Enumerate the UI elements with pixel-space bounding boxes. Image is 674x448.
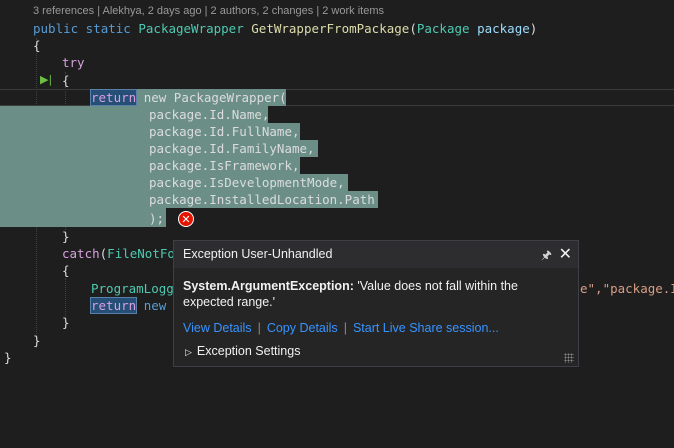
exception-message: System.ArgumentException: 'Value does no… xyxy=(183,278,563,310)
string-fragment: e", xyxy=(580,281,603,296)
close-icon[interactable]: ✕ xyxy=(559,244,572,263)
return-line: return new PackageWrapper( xyxy=(89,89,287,106)
arg-line: package.IsDevelopmentMode, xyxy=(149,175,345,190)
method-brace-close: } xyxy=(33,333,41,348)
param-name: package xyxy=(477,21,530,36)
arg-line: package.Id.FamilyName, xyxy=(149,141,315,156)
error-icon[interactable]: ✕ xyxy=(178,211,194,227)
paren-close: ) xyxy=(529,21,538,36)
catch-keyword: catch xyxy=(62,246,100,261)
copy-details-link[interactable]: Copy Details xyxy=(267,321,338,335)
popup-links: View Details | Copy Details | Start Live Sha… xyxy=(183,321,499,335)
arg-line: package.InstalledLocation.Path xyxy=(149,192,375,207)
catch-brace-open: { xyxy=(62,263,70,278)
param-type: Package xyxy=(416,21,470,36)
inner-brace-open: { xyxy=(62,73,70,88)
return-type: PackageWrapper xyxy=(138,21,244,36)
live-share-link[interactable]: Start Live Share session... xyxy=(353,321,499,335)
try-keyword: try xyxy=(62,55,85,70)
arg-line: package.Id.FullName, xyxy=(149,124,300,139)
popup-title: Exception User-Unhandled xyxy=(183,247,333,261)
view-details-link[interactable]: View Details xyxy=(183,321,252,335)
indent-guide xyxy=(65,278,66,318)
link-separator: | xyxy=(343,321,347,335)
expand-triangle-icon: ▷ xyxy=(185,348,192,358)
exception-settings-label: Exception Settings xyxy=(196,344,301,358)
resize-grip-icon[interactable] xyxy=(564,353,574,363)
brace-open: { xyxy=(33,38,41,53)
return-keyword: return xyxy=(89,297,138,314)
exception-type: System.ArgumentException: xyxy=(183,279,354,293)
popup-header: Exception User-Unhandled 🖈 ✕ xyxy=(174,241,578,268)
method-signature: public static PackageWrapper GetWrapperF… xyxy=(33,20,537,37)
class-brace-close: } xyxy=(4,350,12,365)
overflow-code-fragment: e","package.I xyxy=(580,280,674,297)
modifiers: public static xyxy=(33,21,131,36)
exception-popup: Exception User-Unhandled 🖈 ✕ System.Argu… xyxy=(173,240,579,367)
catch-line: catch(FileNotFo xyxy=(62,245,175,262)
catch-brace-close: } xyxy=(62,315,70,330)
inner-brace-close: } xyxy=(62,229,70,244)
logger-call: ProgramLogg xyxy=(91,281,174,296)
closing-paren: ); xyxy=(149,211,165,226)
codelens[interactable]: 3 references | Alekhya, 2 days ago | 2 a… xyxy=(33,5,384,17)
return-line-2: return new P xyxy=(89,297,181,314)
string-fragment: "package.I xyxy=(602,281,674,296)
arg-line: package.Id.Name, xyxy=(149,107,270,122)
paren-open: ( xyxy=(409,21,417,36)
arg-line: package.IsFramework, xyxy=(149,158,300,173)
return-keyword: return xyxy=(89,89,138,106)
run-to-click-icon[interactable]: ▶| xyxy=(40,73,52,86)
catch-type: FileNotFo xyxy=(107,246,175,261)
selection xyxy=(0,208,166,227)
link-separator: | xyxy=(257,321,261,335)
exception-settings-toggle[interactable]: ▷ Exception Settings xyxy=(185,344,300,358)
pin-icon[interactable]: 🖈 xyxy=(541,246,552,267)
new-statement: new PackageWrapper( xyxy=(143,90,287,105)
method-name: GetWrapperFromPackage xyxy=(251,21,410,36)
